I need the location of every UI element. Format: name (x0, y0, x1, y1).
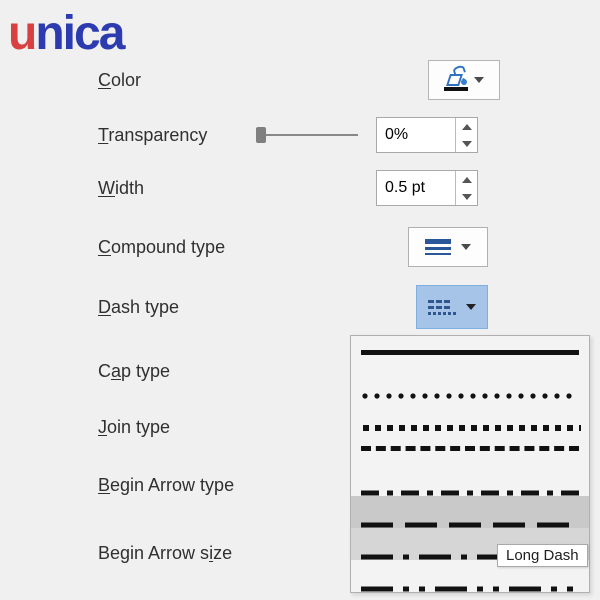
chevron-down-icon (474, 77, 484, 83)
label-transparency: Transparency (98, 125, 207, 146)
dash-option-solid[interactable] (351, 336, 589, 368)
dash-option-dash-dot[interactable] (351, 464, 589, 496)
label-color: Color (98, 70, 141, 91)
row-dash-type: Dash type (98, 287, 600, 327)
label-cap-type: Cap type (98, 361, 170, 382)
spinner-down-icon[interactable] (456, 135, 477, 152)
row-color: Color (98, 60, 600, 100)
color-picker-button[interactable] (428, 60, 500, 100)
label-begin-arrow-type: Begin Arrow type (98, 475, 234, 496)
label-compound-type: Compound type (98, 237, 225, 258)
compound-type-button[interactable] (408, 227, 488, 267)
row-width: Width (98, 168, 600, 208)
dash-option-square-dot[interactable] (351, 400, 589, 432)
dash-type-button[interactable] (416, 285, 488, 329)
row-transparency: Transparency (98, 115, 600, 155)
dash-preview-icon (361, 446, 579, 451)
dash-option-dash[interactable] (351, 432, 589, 464)
chevron-down-icon (466, 304, 476, 310)
paint-bucket-icon (444, 69, 468, 91)
transparency-slider[interactable] (258, 128, 358, 142)
spinner-up-icon[interactable] (456, 171, 477, 188)
row-compound-type: Compound type (98, 227, 600, 267)
label-begin-arrow-size: Begin Arrow size (98, 543, 232, 564)
compound-lines-icon (425, 239, 451, 255)
dash-preview-icon (361, 350, 579, 355)
width-input[interactable] (377, 171, 455, 205)
label-join-type: Join type (98, 417, 170, 438)
transparency-spinner[interactable] (376, 117, 478, 153)
label-width: Width (98, 178, 144, 199)
chevron-down-icon (461, 244, 471, 250)
dash-option-long-dash[interactable] (351, 496, 589, 528)
width-spinner[interactable] (376, 170, 478, 206)
spinner-down-icon[interactable] (456, 188, 477, 205)
dash-option-round-dot[interactable] (351, 368, 589, 400)
dash-type-icon (428, 300, 458, 315)
spinner-up-icon[interactable] (456, 118, 477, 135)
transparency-input[interactable] (377, 118, 455, 152)
brand-logo: unica (8, 6, 123, 61)
label-dash-type: Dash type (98, 297, 179, 318)
tooltip-dash-type: Long Dash (497, 544, 588, 567)
